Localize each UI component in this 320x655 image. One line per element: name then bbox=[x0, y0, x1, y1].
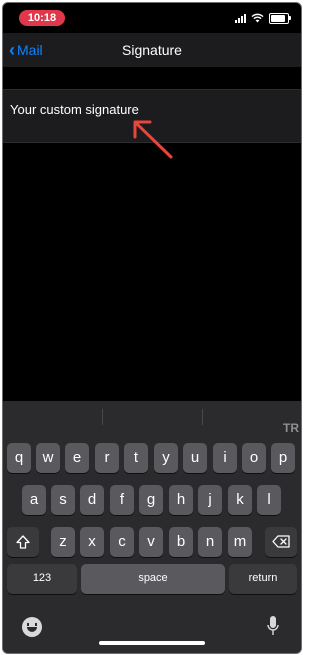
signal-icon bbox=[235, 13, 246, 23]
key-k[interactable]: k bbox=[228, 485, 252, 515]
key-w[interactable]: w bbox=[36, 443, 60, 473]
key-s[interactable]: s bbox=[51, 485, 75, 515]
key-f[interactable]: f bbox=[110, 485, 134, 515]
predictive-divider bbox=[202, 409, 203, 425]
key-z[interactable]: z bbox=[51, 527, 75, 557]
status-icons bbox=[235, 12, 291, 24]
key-x[interactable]: x bbox=[80, 527, 104, 557]
shift-icon bbox=[16, 535, 30, 549]
key-v[interactable]: v bbox=[139, 527, 163, 557]
key-b[interactable]: b bbox=[169, 527, 193, 557]
watermark: TR bbox=[283, 421, 299, 435]
key-y[interactable]: y bbox=[154, 443, 178, 473]
backspace-icon bbox=[272, 535, 290, 548]
wifi-icon bbox=[251, 13, 264, 23]
key-n[interactable]: n bbox=[198, 527, 222, 557]
navigation-bar: ‹ Mail Signature bbox=[3, 33, 301, 67]
key-c[interactable]: c bbox=[110, 527, 134, 557]
phone-frame: 10:18 ‹ Mail Signature Your custom signa… bbox=[2, 2, 302, 654]
key-e[interactable]: e bbox=[65, 443, 89, 473]
key-i[interactable]: i bbox=[213, 443, 237, 473]
shift-key[interactable] bbox=[7, 527, 39, 557]
key-h[interactable]: h bbox=[169, 485, 193, 515]
space-key[interactable]: space bbox=[81, 564, 225, 594]
predictive-divider bbox=[102, 409, 103, 425]
annotation-arrow-icon bbox=[133, 120, 173, 159]
keyboard: TR q w e r t y u i o p a s d f g h j k l… bbox=[3, 401, 301, 653]
key-t[interactable]: t bbox=[124, 443, 148, 473]
status-time: 10:18 bbox=[19, 10, 65, 26]
delete-key[interactable] bbox=[265, 527, 297, 557]
battery-icon bbox=[269, 12, 291, 24]
predictive-bar: TR bbox=[3, 401, 301, 435]
key-p[interactable]: p bbox=[271, 443, 295, 473]
emoji-icon[interactable] bbox=[22, 617, 42, 637]
numbers-key[interactable]: 123 bbox=[7, 564, 77, 594]
key-m[interactable]: m bbox=[228, 527, 252, 557]
key-u[interactable]: u bbox=[183, 443, 207, 473]
page-title: Signature bbox=[122, 42, 182, 58]
key-j[interactable]: j bbox=[198, 485, 222, 515]
home-indicator bbox=[99, 641, 205, 645]
key-l[interactable]: l bbox=[257, 485, 281, 515]
key-a[interactable]: a bbox=[22, 485, 46, 515]
key-o[interactable]: o bbox=[242, 443, 266, 473]
key-d[interactable]: d bbox=[80, 485, 104, 515]
microphone-icon[interactable] bbox=[267, 615, 279, 637]
signature-text: Your custom signature bbox=[10, 102, 139, 117]
key-g[interactable]: g bbox=[139, 485, 163, 515]
status-bar: 10:18 bbox=[3, 3, 301, 31]
key-r[interactable]: r bbox=[95, 443, 119, 473]
key-q[interactable]: q bbox=[7, 443, 31, 473]
return-key[interactable]: return bbox=[229, 564, 297, 594]
